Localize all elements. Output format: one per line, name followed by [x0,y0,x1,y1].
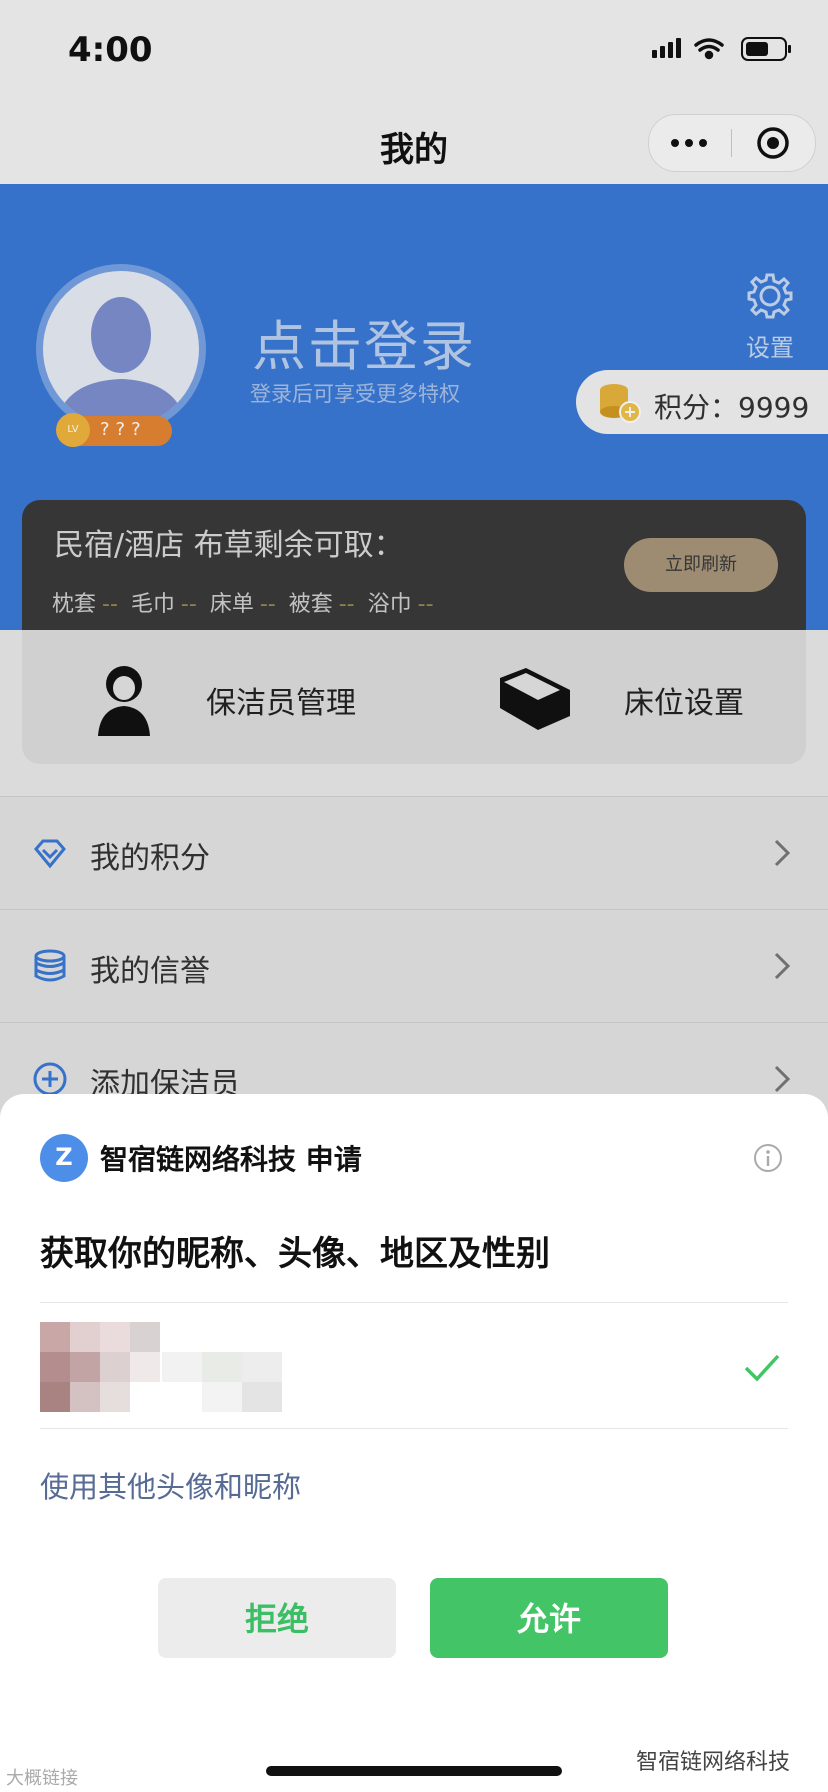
permission-title: 获取你的昵称、头像、地区及性别 [40,1234,550,1274]
app-name: 智宿链网络科技 [100,1143,297,1176]
request-word: 申请 [305,1143,362,1176]
allow-button[interactable]: 允许 [430,1578,668,1658]
watermark-left: 大概链接 [6,1768,78,1789]
use-other-profile-link[interactable]: 使用其他头像和昵称 [40,1464,301,1506]
divider [40,1302,788,1303]
home-indicator[interactable] [266,1766,562,1776]
wechat-profile-option[interactable] [40,1322,788,1420]
info-icon[interactable] [752,1142,784,1174]
app-logo-icon: Z [40,1134,88,1182]
deny-button[interactable]: 拒绝 [158,1578,396,1658]
app-request-title: 智宿链网络科技 申请 [100,1138,362,1178]
watermark-right: 智宿链网络科技 [636,1750,791,1775]
divider [40,1428,788,1429]
checkmark-icon [744,1354,780,1382]
auth-bottom-sheet: Z 智宿链网络科技 申请 获取你的昵称、头像、地区及性别 使用其他头像和昵称 拒… [0,1094,828,1792]
